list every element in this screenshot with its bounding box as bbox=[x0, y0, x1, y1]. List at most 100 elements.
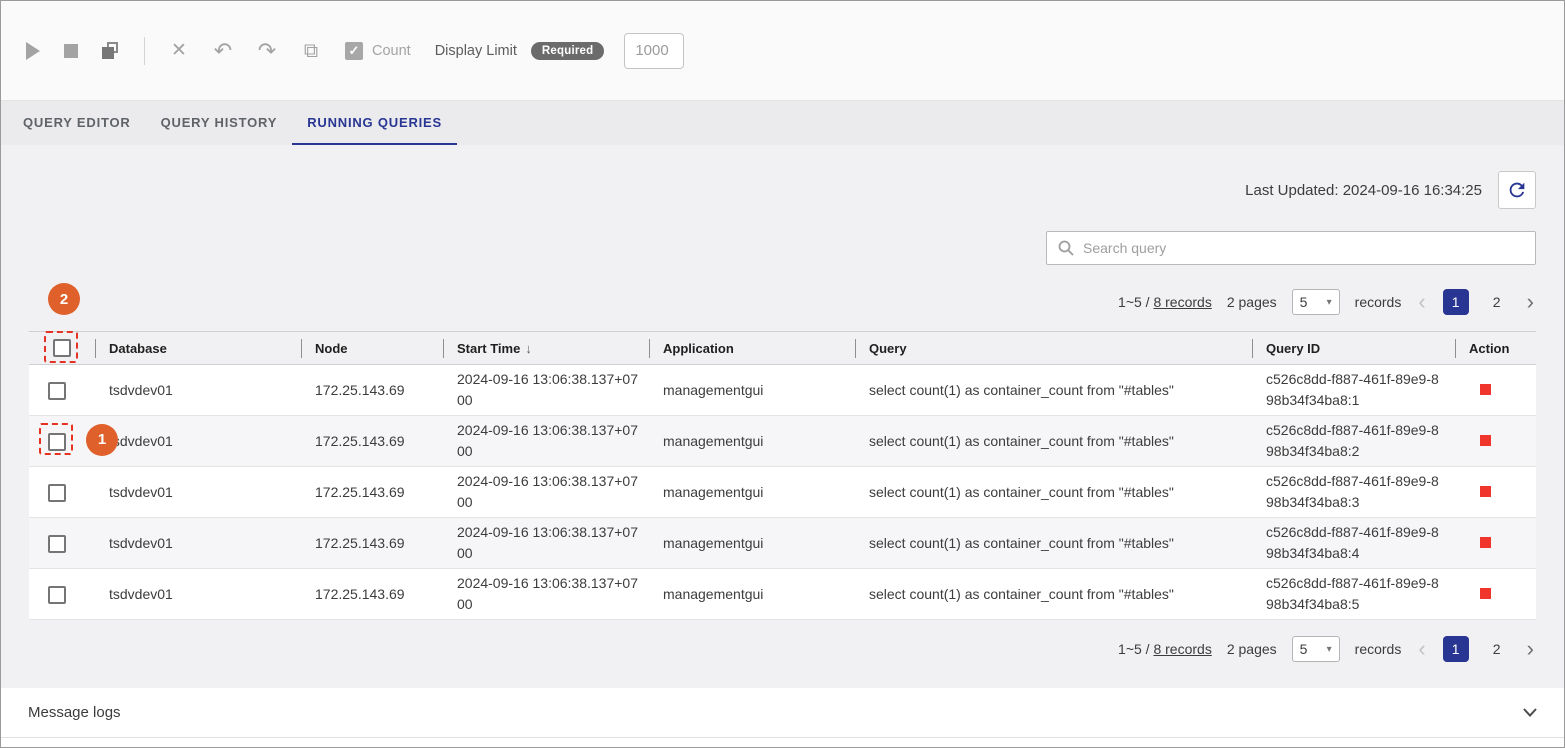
tab-query-history[interactable]: QUERY HISTORY bbox=[146, 101, 293, 145]
pagination-range: 1~5 / 8 records bbox=[1118, 641, 1212, 657]
content-area: Last Updated: 2024-09-16 16:34:25 1~5 / … bbox=[1, 145, 1564, 688]
page-button-1[interactable]: 1 bbox=[1443, 289, 1469, 315]
page-size-select[interactable]: 5▾ bbox=[1292, 289, 1340, 315]
cell-start-time: 2024-09-16 13:06:38.137+0700 bbox=[443, 416, 649, 467]
refresh-icon bbox=[1506, 179, 1528, 201]
stop-query-icon[interactable] bbox=[64, 44, 78, 58]
count-label: Count bbox=[372, 43, 411, 59]
table-body: tsdvdev01 172.25.143.69 2024-09-16 13:06… bbox=[29, 365, 1536, 620]
column-header-application[interactable]: Application bbox=[649, 332, 855, 365]
cell-query-id: c526c8dd-f887-461f-89e9-898b34f34ba8:4 bbox=[1252, 518, 1455, 569]
table-row: tsdvdev01 172.25.143.69 2024-09-16 13:06… bbox=[29, 467, 1536, 518]
cell-database: tsdvdev01 bbox=[95, 518, 301, 569]
kill-query-button[interactable] bbox=[1480, 537, 1491, 548]
toolbar-divider bbox=[144, 37, 145, 65]
last-updated-text: Last Updated: 2024-09-16 16:34:25 bbox=[1245, 182, 1482, 199]
cell-query-id: c526c8dd-f887-461f-89e9-898b34f34ba8:3 bbox=[1252, 467, 1455, 518]
kill-query-button[interactable] bbox=[1480, 384, 1491, 395]
pagination-top: 1~5 / 8 records 2 pages 5▾ records ‹ 1 2… bbox=[29, 289, 1536, 315]
app-window: { "toolbar": { "count_label": "Count", "… bbox=[0, 0, 1565, 748]
message-logs-label: Message logs bbox=[28, 704, 121, 721]
message-logs-bar[interactable]: Message logs bbox=[1, 688, 1564, 738]
row-checkbox[interactable] bbox=[48, 586, 66, 604]
page-button-2[interactable]: 2 bbox=[1484, 636, 1510, 662]
cell-query: select count(1) as container_count from … bbox=[855, 467, 1252, 518]
kill-query-button[interactable] bbox=[1480, 486, 1491, 497]
column-header-query-id[interactable]: Query ID bbox=[1252, 332, 1455, 365]
pagination-bottom: 1~5 / 8 records 2 pages 5▾ records ‹ 1 2… bbox=[29, 636, 1536, 662]
search-input[interactable] bbox=[1083, 240, 1525, 256]
updated-row: Last Updated: 2024-09-16 16:34:25 bbox=[29, 145, 1536, 209]
chevron-down-icon[interactable] bbox=[1523, 708, 1537, 717]
page-size-select[interactable]: 5▾ bbox=[1292, 636, 1340, 662]
records-count-link[interactable]: 8 records bbox=[1153, 641, 1211, 657]
tab-running-queries[interactable]: RUNNING QUERIES bbox=[292, 101, 457, 145]
row-checkbox-cell: 1 bbox=[29, 416, 95, 467]
search-box bbox=[1046, 231, 1536, 265]
pages-count: 2 pages bbox=[1227, 294, 1277, 310]
cell-start-time: 2024-09-16 13:06:38.137+0700 bbox=[443, 569, 649, 620]
display-limit-label: Display Limit bbox=[435, 43, 517, 59]
row-checkbox[interactable] bbox=[48, 433, 66, 451]
pagination-range: 1~5 / 8 records bbox=[1118, 294, 1212, 310]
search-icon bbox=[1057, 239, 1075, 257]
redo-icon[interactable]: ↷ bbox=[257, 40, 277, 62]
next-page-button[interactable]: › bbox=[1525, 291, 1536, 313]
row-checkbox-cell bbox=[29, 467, 95, 518]
required-badge: Required bbox=[531, 42, 604, 60]
table-row: tsdvdev01 172.25.143.69 2024-09-16 13:06… bbox=[29, 365, 1536, 416]
cell-start-time: 2024-09-16 13:06:38.137+0700 bbox=[443, 365, 649, 416]
row-checkbox[interactable] bbox=[48, 535, 66, 553]
cell-query: select count(1) as container_count from … bbox=[855, 569, 1252, 620]
page-button-2[interactable]: 2 bbox=[1484, 289, 1510, 315]
column-header-start-time[interactable]: Start Time↓ bbox=[443, 332, 649, 365]
column-header-database[interactable]: Database bbox=[95, 332, 301, 365]
cell-action bbox=[1455, 518, 1536, 569]
kill-query-button[interactable] bbox=[1480, 588, 1491, 599]
cell-query: select count(1) as container_count from … bbox=[855, 416, 1252, 467]
table-header-row: 2 Database Node Start Time↓ Application … bbox=[29, 332, 1536, 365]
run-query-icon[interactable] bbox=[26, 42, 40, 60]
cell-application: managementgui bbox=[649, 416, 855, 467]
row-checkbox-cell bbox=[29, 518, 95, 569]
cell-node: 172.25.143.69 bbox=[301, 518, 443, 569]
table-row: tsdvdev01 172.25.143.69 2024-09-16 13:06… bbox=[29, 518, 1536, 569]
running-queries-table: 2 Database Node Start Time↓ Application … bbox=[29, 331, 1536, 620]
display-limit-input[interactable] bbox=[624, 33, 684, 69]
cell-action bbox=[1455, 467, 1536, 518]
prev-page-button[interactable]: ‹ bbox=[1416, 291, 1427, 313]
search-row bbox=[29, 231, 1536, 265]
records-count-link[interactable]: 8 records bbox=[1153, 294, 1211, 310]
undo-icon[interactable]: ↶ bbox=[213, 40, 233, 62]
cell-query: select count(1) as container_count from … bbox=[855, 365, 1252, 416]
table-row: tsdvdev01 172.25.143.69 2024-09-16 13:06… bbox=[29, 569, 1536, 620]
column-header-query[interactable]: Query bbox=[855, 332, 1252, 365]
tab-bar: QUERY EDITOR QUERY HISTORY RUNNING QUERI… bbox=[1, 101, 1564, 145]
tab-query-editor[interactable]: QUERY EDITOR bbox=[8, 101, 146, 145]
count-checkbox[interactable]: ✓ bbox=[345, 42, 363, 60]
prev-page-button[interactable]: ‹ bbox=[1416, 638, 1427, 660]
table-row: 1 tsdvdev01 172.25.143.69 2024-09-16 13:… bbox=[29, 416, 1536, 467]
cell-start-time: 2024-09-16 13:06:38.137+0700 bbox=[443, 467, 649, 518]
toolbar: ✕ ↶ ↷ ⧉ ✓ Count Display Limit Required bbox=[1, 1, 1564, 101]
next-page-button[interactable]: › bbox=[1525, 638, 1536, 660]
cell-query-id: c526c8dd-f887-461f-89e9-898b34f34ba8:1 bbox=[1252, 365, 1455, 416]
copy-icon[interactable]: ⧉ bbox=[301, 41, 321, 61]
caret-down-icon: ▾ bbox=[1327, 644, 1332, 655]
row-checkbox[interactable] bbox=[48, 382, 66, 400]
cell-database: tsdvdev01 bbox=[95, 467, 301, 518]
cell-query-id: c526c8dd-f887-461f-89e9-898b34f34ba8:5 bbox=[1252, 569, 1455, 620]
select-all-checkbox[interactable] bbox=[53, 339, 71, 357]
kill-query-button[interactable] bbox=[1480, 435, 1491, 446]
column-header-node[interactable]: Node bbox=[301, 332, 443, 365]
row-checkbox-cell bbox=[29, 365, 95, 416]
row-checkbox[interactable] bbox=[48, 484, 66, 502]
cell-application: managementgui bbox=[649, 365, 855, 416]
duplicate-icon[interactable] bbox=[102, 42, 120, 60]
sort-desc-icon: ↓ bbox=[525, 341, 532, 356]
cell-action bbox=[1455, 416, 1536, 467]
clear-icon[interactable]: ✕ bbox=[169, 41, 189, 60]
cell-node: 172.25.143.69 bbox=[301, 416, 443, 467]
page-button-1[interactable]: 1 bbox=[1443, 636, 1469, 662]
refresh-button[interactable] bbox=[1498, 171, 1536, 209]
